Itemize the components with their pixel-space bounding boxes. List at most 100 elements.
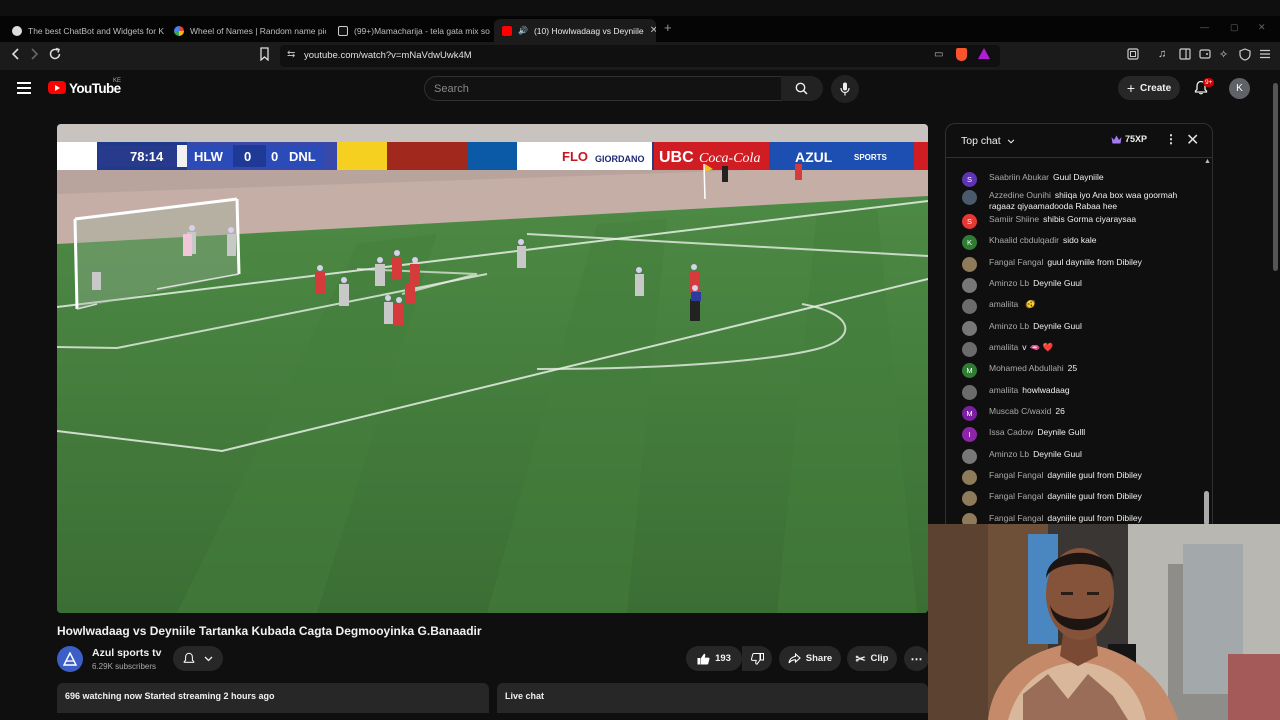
new-tab-icon[interactable]: + — [664, 20, 672, 35]
chat-author-avatar[interactable] — [962, 190, 977, 205]
youtube-logo-icon[interactable] — [48, 81, 66, 94]
xp-badge[interactable]: 75XP — [1111, 134, 1147, 144]
chat-author-name[interactable]: Issa Cadow — [989, 427, 1033, 437]
clip-button[interactable]: ✂ Clip — [847, 646, 897, 671]
browser-menu-icon[interactable] — [1259, 48, 1271, 63]
chat-author-name[interactable]: Mohamed Abdullahi — [989, 363, 1064, 373]
chat-message[interactable]: I Issa Cadow Deynile Gulll — [962, 427, 1194, 442]
chat-author-avatar[interactable] — [962, 278, 977, 293]
chat-message[interactable]: Aminzo Lb Deynile Guul — [962, 449, 1194, 464]
maximize-icon[interactable]: ▢ — [1230, 22, 1239, 33]
chat-message[interactable]: M Muscab C/waxid 26 — [962, 406, 1194, 421]
chat-author-name[interactable]: Fangal Fangal — [989, 491, 1043, 501]
bookmark-icon[interactable] — [259, 47, 270, 64]
dislike-button[interactable] — [742, 646, 772, 671]
channel-avatar[interactable] — [57, 646, 83, 672]
page-scrollbar[interactable] — [1273, 83, 1278, 271]
like-button[interactable]: 193 — [686, 646, 742, 671]
music-note-icon[interactable]: ♫ — [1158, 48, 1166, 60]
sidebar-panel-icon[interactable] — [1127, 48, 1139, 63]
browser-tab-active[interactable]: 🔊 (10) Howlwadaag vs Deyniile ✕ — [494, 19, 656, 42]
close-tab-icon[interactable]: ✕ — [650, 25, 656, 36]
vpn-shield-icon[interactable] — [1239, 48, 1251, 64]
wallet-icon[interactable] — [1199, 48, 1211, 63]
chat-author-avatar[interactable] — [962, 491, 977, 506]
chat-message[interactable]: Azzedine Ounihi shiiqa iyo Ana box waa go… — [962, 190, 1194, 211]
browser-tab[interactable]: Wheel of Names | Random name pic — [166, 19, 326, 42]
chat-author-avatar[interactable] — [962, 449, 977, 464]
chat-author-avatar[interactable] — [962, 513, 977, 524]
cast-icon[interactable]: ▭ — [934, 49, 943, 60]
scroll-up-icon[interactable]: ▲ — [1204, 158, 1211, 165]
chat-message[interactable]: amaliita 🫨 — [962, 299, 1194, 314]
chat-message[interactable]: Aminzo Lb Deynile Guul — [962, 278, 1194, 293]
chat-author-name[interactable]: Fangal Fangal — [989, 257, 1043, 267]
chat-author-name[interactable]: Fangal Fangal — [989, 513, 1043, 523]
menu-icon[interactable] — [17, 82, 31, 94]
chat-scrollbar[interactable] — [1204, 491, 1209, 524]
close-chat-icon[interactable]: ✕ — [1186, 130, 1199, 150]
forward-icon[interactable] — [28, 47, 40, 64]
search-input[interactable]: Search — [424, 76, 782, 101]
chat-message[interactable]: Fangal Fangal dayniile guul from Dibiley — [962, 470, 1194, 485]
chat-message[interactable]: Fangal Fangal dayniile guul from Dibiley — [962, 491, 1194, 506]
chat-author-avatar[interactable] — [962, 321, 977, 336]
subscription-bell-button[interactable] — [173, 646, 223, 671]
account-avatar[interactable]: K — [1229, 78, 1250, 99]
chat-message[interactable]: amaliita howlwadaag — [962, 385, 1194, 400]
chat-author-avatar[interactable] — [962, 385, 977, 400]
chat-author-avatar[interactable]: M — [962, 406, 977, 421]
chat-message[interactable]: Aminzo Lb Deynile Guul — [962, 321, 1194, 336]
chat-more-icon[interactable]: ⋮ — [1165, 132, 1177, 146]
chat-message[interactable]: S Saabriin Abukar Guul Dayniile — [962, 172, 1194, 187]
chat-message[interactable]: S Samiir Shiine shibis Gorma ciyaraysaa — [962, 214, 1194, 229]
browser-tab[interactable]: (99+)Mamacharija - tela gata mix so — [330, 19, 490, 42]
chat-message[interactable]: M Mohamed Abdullahi 25 — [962, 363, 1194, 378]
chat-author-name[interactable]: Aminzo Lb — [989, 278, 1029, 288]
chat-author-name[interactable]: Saabriin Abukar — [989, 172, 1049, 182]
minimize-icon[interactable]: — — [1200, 22, 1209, 32]
share-button[interactable]: Share — [779, 646, 841, 671]
chat-author-avatar[interactable] — [962, 470, 977, 485]
top-chat-dropdown[interactable]: Top chat — [961, 135, 1015, 147]
chat-author-name[interactable]: Fangal Fangal — [989, 470, 1043, 480]
chat-message[interactable]: Fangal Fangal guul dayniile from Dibiley — [962, 257, 1194, 272]
site-info-icon[interactable]: ⇆ — [287, 49, 295, 60]
chat-author-name[interactable]: Samiir Shiine — [989, 214, 1039, 224]
address-bar[interactable]: ⇆ youtube.com/watch?v=mNaVdwUwk4M ▭ — [280, 45, 1000, 67]
create-button[interactable]: + Create — [1118, 76, 1180, 100]
leo-ai-icon[interactable]: ✧ — [1219, 48, 1228, 61]
chat-message[interactable]: amaliita v 🫦 ❤️ — [962, 342, 1194, 357]
description-box[interactable]: 696 watching now Started streaming 2 hou… — [57, 683, 489, 713]
chat-author-name[interactable]: Khaalid cbdulqadir — [989, 235, 1059, 245]
more-actions-button[interactable]: ⋯ — [904, 646, 929, 671]
chat-author-name[interactable]: Aminzo Lb — [989, 449, 1029, 459]
brave-shield-icon[interactable] — [956, 48, 967, 61]
chat-author-name[interactable]: amaliita — [989, 385, 1018, 395]
browser-tab[interactable]: The best ChatBot and Widgets for Ki — [4, 19, 164, 42]
chat-author-avatar[interactable]: K — [962, 235, 977, 250]
close-window-icon[interactable]: ✕ — [1258, 22, 1266, 33]
reload-icon[interactable] — [48, 47, 62, 64]
chat-author-name[interactable]: Azzedine Ounihi — [989, 190, 1051, 200]
chat-author-avatar[interactable]: S — [962, 214, 977, 229]
chat-author-name[interactable]: Aminzo Lb — [989, 321, 1029, 331]
reader-icon[interactable] — [1179, 48, 1191, 63]
chat-author-avatar[interactable]: I — [962, 427, 977, 442]
back-icon[interactable] — [10, 47, 22, 64]
chat-author-name[interactable]: amaliita — [989, 299, 1018, 309]
chat-author-name[interactable]: Muscab C/waxid — [989, 406, 1051, 416]
chat-author-avatar[interactable] — [962, 299, 977, 314]
chat-author-name[interactable]: amaliita — [989, 342, 1018, 352]
voice-search-button[interactable] — [831, 75, 859, 103]
live-chat-panel-bar[interactable]: Live chat — [497, 683, 928, 713]
chat-author-avatar[interactable] — [962, 257, 977, 272]
search-button[interactable] — [781, 76, 823, 101]
chat-message[interactable]: Fangal Fangal dayniile guul from Dibiley — [962, 513, 1194, 524]
chat-author-avatar[interactable]: S — [962, 172, 977, 187]
chat-author-avatar[interactable]: M — [962, 363, 977, 378]
brave-rewards-icon[interactable] — [978, 48, 990, 59]
chat-author-avatar[interactable] — [962, 342, 977, 357]
video-player[interactable]: FLO GIORDANO UBC Coca-Cola AZUL SPORTS 7… — [57, 124, 928, 613]
chat-message[interactable]: K Khaalid cbdulqadir sido kale — [962, 235, 1194, 250]
